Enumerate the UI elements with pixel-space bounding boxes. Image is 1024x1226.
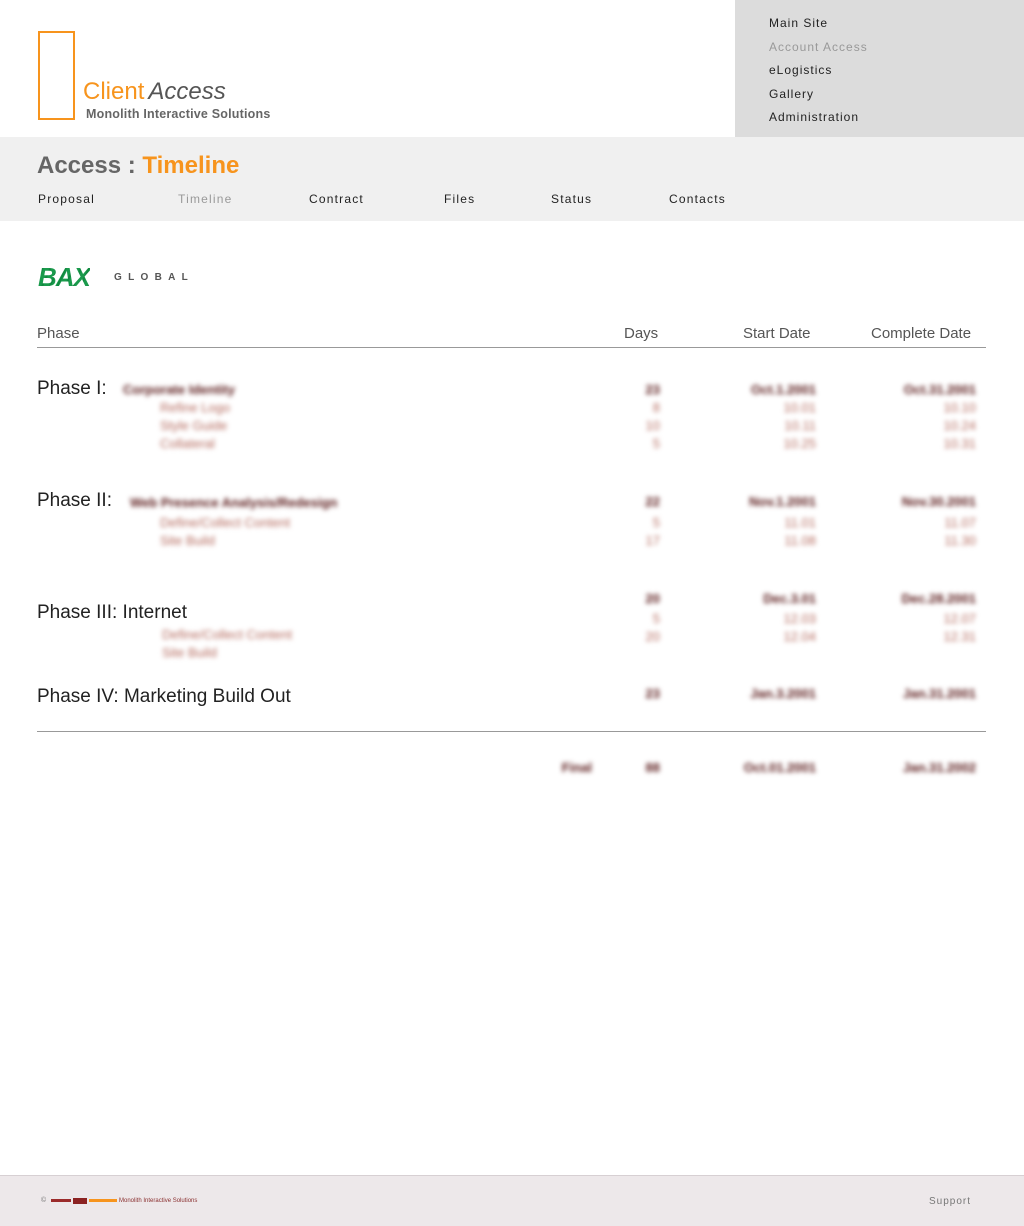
nav-account-access[interactable]: Account Access xyxy=(769,36,1024,60)
total-complete-date: Jan.31.2002 xyxy=(902,760,976,775)
page-title: Access : Timeline xyxy=(37,152,239,180)
phase-complete-date: Nov.30.2001 xyxy=(901,494,976,509)
phase-label: Phase IV: Marketing Build Out xyxy=(37,686,291,707)
task-name: Define/Collect Content xyxy=(160,515,291,530)
header-divider xyxy=(37,347,986,348)
task-days: 10 xyxy=(645,418,660,433)
task-name: Define/Collect Content xyxy=(162,627,293,642)
section-bar: Access : Timeline Proposal Timeline Cont… xyxy=(0,137,1024,221)
column-header-complete-date: Complete Date xyxy=(871,325,972,342)
task-days: 5 xyxy=(652,515,660,530)
task-start-date: 10.11 xyxy=(784,418,816,433)
task-start-date: 10.01 xyxy=(783,400,816,415)
nav-main-site[interactable]: Main Site xyxy=(769,12,1024,36)
task-days: 20 xyxy=(645,629,660,644)
task-name: Collateral xyxy=(160,436,215,451)
phase-days: 23 xyxy=(645,686,660,701)
phase-start-date: Nov.1.2001 xyxy=(749,494,816,509)
tab-files[interactable]: Files xyxy=(444,192,475,206)
phase-days: 20 xyxy=(645,591,660,606)
nav-elogistics[interactable]: eLogistics xyxy=(769,59,1024,83)
logo-mark xyxy=(38,31,75,120)
top-nav: Main Site Account Access eLogistics Gall… xyxy=(735,0,1024,137)
client-logo-word: GLOBAL xyxy=(114,272,195,283)
task-start-date: 12.03 xyxy=(783,611,816,626)
nav-administration[interactable]: Administration xyxy=(769,106,1024,130)
task-start-date: 11.01 xyxy=(784,515,816,530)
client-logo: BAX GLOBAL xyxy=(38,264,198,290)
task-complete-date: 12.07 xyxy=(943,611,976,626)
phase-days: 22 xyxy=(645,494,660,509)
task-complete-date: 10.10 xyxy=(943,400,976,415)
total-start-date: Oct.01.2001 xyxy=(743,760,816,775)
task-name: Refine Logo xyxy=(160,400,231,415)
footer-logo-mark xyxy=(51,1198,117,1204)
task-name: Site Build xyxy=(160,533,215,548)
phase-name: Web Presence Analysis/Redesign xyxy=(130,495,338,510)
task-name: Style Guide xyxy=(160,418,228,433)
phase-days: 23 xyxy=(645,382,660,397)
task-days: 8 xyxy=(652,400,660,415)
phase-complete-date: Jan.31.2001 xyxy=(902,686,976,701)
phase-complete-date: Dec.28.2001 xyxy=(901,591,976,606)
total-label: Final xyxy=(561,760,592,775)
task-start-date: 12.04 xyxy=(783,629,816,644)
phase-complete-date: Oct.31.2001 xyxy=(903,382,976,397)
tab-contacts[interactable]: Contacts xyxy=(669,192,726,206)
task-days: 5 xyxy=(652,611,660,626)
column-header-days: Days xyxy=(624,325,659,342)
task-name: Site Build xyxy=(162,645,217,660)
logo-client-text: Client xyxy=(83,78,145,105)
phase-label: Phase III: Internet xyxy=(37,602,187,623)
column-header-phase: Phase xyxy=(37,325,80,342)
client-logo-mark: BAX xyxy=(38,262,91,292)
task-days: 17 xyxy=(645,533,660,548)
support-link[interactable]: Support xyxy=(929,1196,971,1207)
task-start-date: 11.08 xyxy=(784,533,816,548)
copyright-symbol: © xyxy=(41,1197,47,1204)
task-start-date: 10.25 xyxy=(783,436,816,451)
logo-company-name: Monolith Interactive Solutions xyxy=(86,107,271,121)
phase-start-date: Dec.3.01 xyxy=(763,591,816,606)
tab-contract[interactable]: Contract xyxy=(309,192,364,206)
tab-status[interactable]: Status xyxy=(551,192,592,206)
task-days: 5 xyxy=(652,436,660,451)
task-complete-date: 10.31 xyxy=(943,436,976,451)
page-title-current: Timeline xyxy=(142,152,240,179)
total-days: 88 xyxy=(645,760,660,775)
nav-gallery[interactable]: Gallery xyxy=(769,83,1024,107)
tab-timeline[interactable]: Timeline xyxy=(178,192,233,206)
phase-label: Phase II: xyxy=(37,490,112,511)
task-complete-date: 12.31 xyxy=(943,629,976,644)
task-complete-date: 11.07 xyxy=(944,515,976,530)
logo-access-text: Access xyxy=(148,78,226,105)
phase-start-date: Jan.3.2001 xyxy=(750,686,816,701)
task-complete-date: 11.30 xyxy=(944,533,976,548)
phase-start-date: Oct.1.2001 xyxy=(750,382,816,397)
app-logo-title[interactable]: Client Access xyxy=(83,78,226,106)
page-header: Client Access Monolith Interactive Soluti… xyxy=(0,0,1024,137)
page-footer: © Monolith Interactive Solutions Support xyxy=(0,1175,1024,1226)
total-divider xyxy=(37,731,986,732)
footer-brand: Monolith Interactive Solutions xyxy=(119,1198,198,1204)
phase-name: Corporate Identity xyxy=(123,382,235,397)
phase-label: Phase I: xyxy=(37,378,107,399)
page-title-prefix: Access : xyxy=(37,152,136,179)
task-complete-date: 10.24 xyxy=(943,418,976,433)
column-header-start-date: Start Date xyxy=(743,325,811,342)
tab-proposal[interactable]: Proposal xyxy=(38,192,95,206)
